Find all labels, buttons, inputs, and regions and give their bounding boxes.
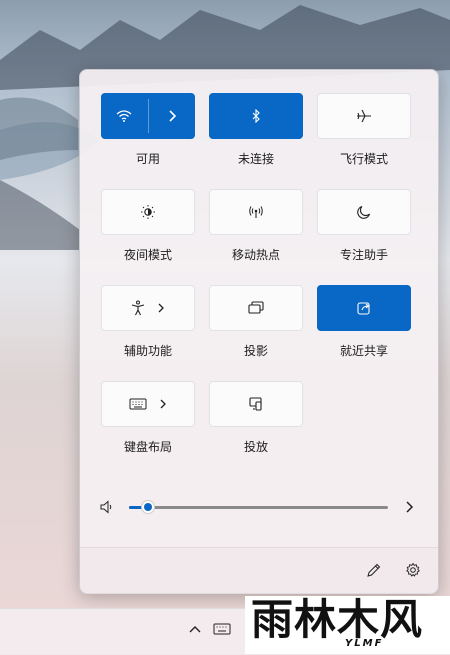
accessibility-label: 辅助功能 [123, 344, 172, 358]
keyboard-icon[interactable] [213, 623, 231, 635]
project-icon [248, 301, 264, 314]
night-light-label: 夜间模式 [123, 248, 172, 262]
volume-thumb[interactable] [141, 500, 155, 514]
wifi-tile[interactable] [101, 93, 195, 139]
quick-settings-panel: 可用 未连接 飞行模式 夜间模式 移动热点 专注助手 辅助功能 投影 就近共享 … [79, 69, 439, 594]
hotspot-label: 移动热点 [231, 248, 280, 262]
airplane-icon [357, 109, 371, 123]
volume-slider[interactable] [129, 500, 388, 514]
hotspot-tile[interactable] [209, 189, 303, 235]
wifi-icon [116, 110, 132, 122]
gear-icon[interactable] [405, 562, 421, 578]
watermark: 雨林木风 YLMF [245, 596, 450, 654]
project-label: 投影 [243, 344, 268, 358]
project-tile[interactable] [209, 285, 303, 331]
chevron-right-icon [169, 110, 176, 122]
share-icon [357, 302, 370, 315]
watermark-logo: 雨林木风 [251, 595, 424, 644]
panel-footer [80, 547, 438, 594]
bluetooth-tile[interactable] [209, 93, 303, 139]
keyboard-layout-tile[interactable] [101, 381, 195, 427]
focus-assist-label: 专注助手 [339, 248, 388, 262]
airplane-tile[interactable] [317, 93, 411, 139]
watermark-sub: YLMF [345, 638, 384, 649]
cast-label: 投放 [243, 440, 268, 454]
bluetooth-label: 未连接 [237, 152, 274, 166]
wifi-label: 可用 [135, 152, 160, 166]
bluetooth-icon [252, 109, 260, 123]
hotspot-icon [249, 206, 263, 218]
pencil-icon[interactable] [366, 563, 381, 578]
nearby-share-tile[interactable] [317, 285, 411, 331]
speaker-icon[interactable] [100, 500, 114, 514]
chevron-right-icon [160, 399, 166, 409]
night-light-tile[interactable] [101, 189, 195, 235]
cast-icon [249, 397, 262, 411]
chevron-right-icon[interactable] [404, 500, 414, 514]
accessibility-tile[interactable] [101, 285, 195, 331]
cast-tile[interactable] [209, 381, 303, 427]
chevron-right-icon [158, 303, 164, 313]
focus-assist-tile[interactable] [317, 189, 411, 235]
accessibility-icon [131, 300, 145, 316]
keyboard-icon [129, 398, 147, 410]
wifi-toggle[interactable] [101, 93, 148, 139]
moon-icon [357, 205, 371, 219]
wifi-expand-button[interactable] [149, 93, 196, 139]
chevron-up-icon[interactable] [188, 624, 202, 634]
nearby-share-label: 就近共享 [339, 344, 388, 358]
brightness-icon [141, 205, 155, 219]
airplane-label: 飞行模式 [339, 152, 388, 166]
keyboard-layout-label: 键盘布局 [123, 440, 172, 454]
